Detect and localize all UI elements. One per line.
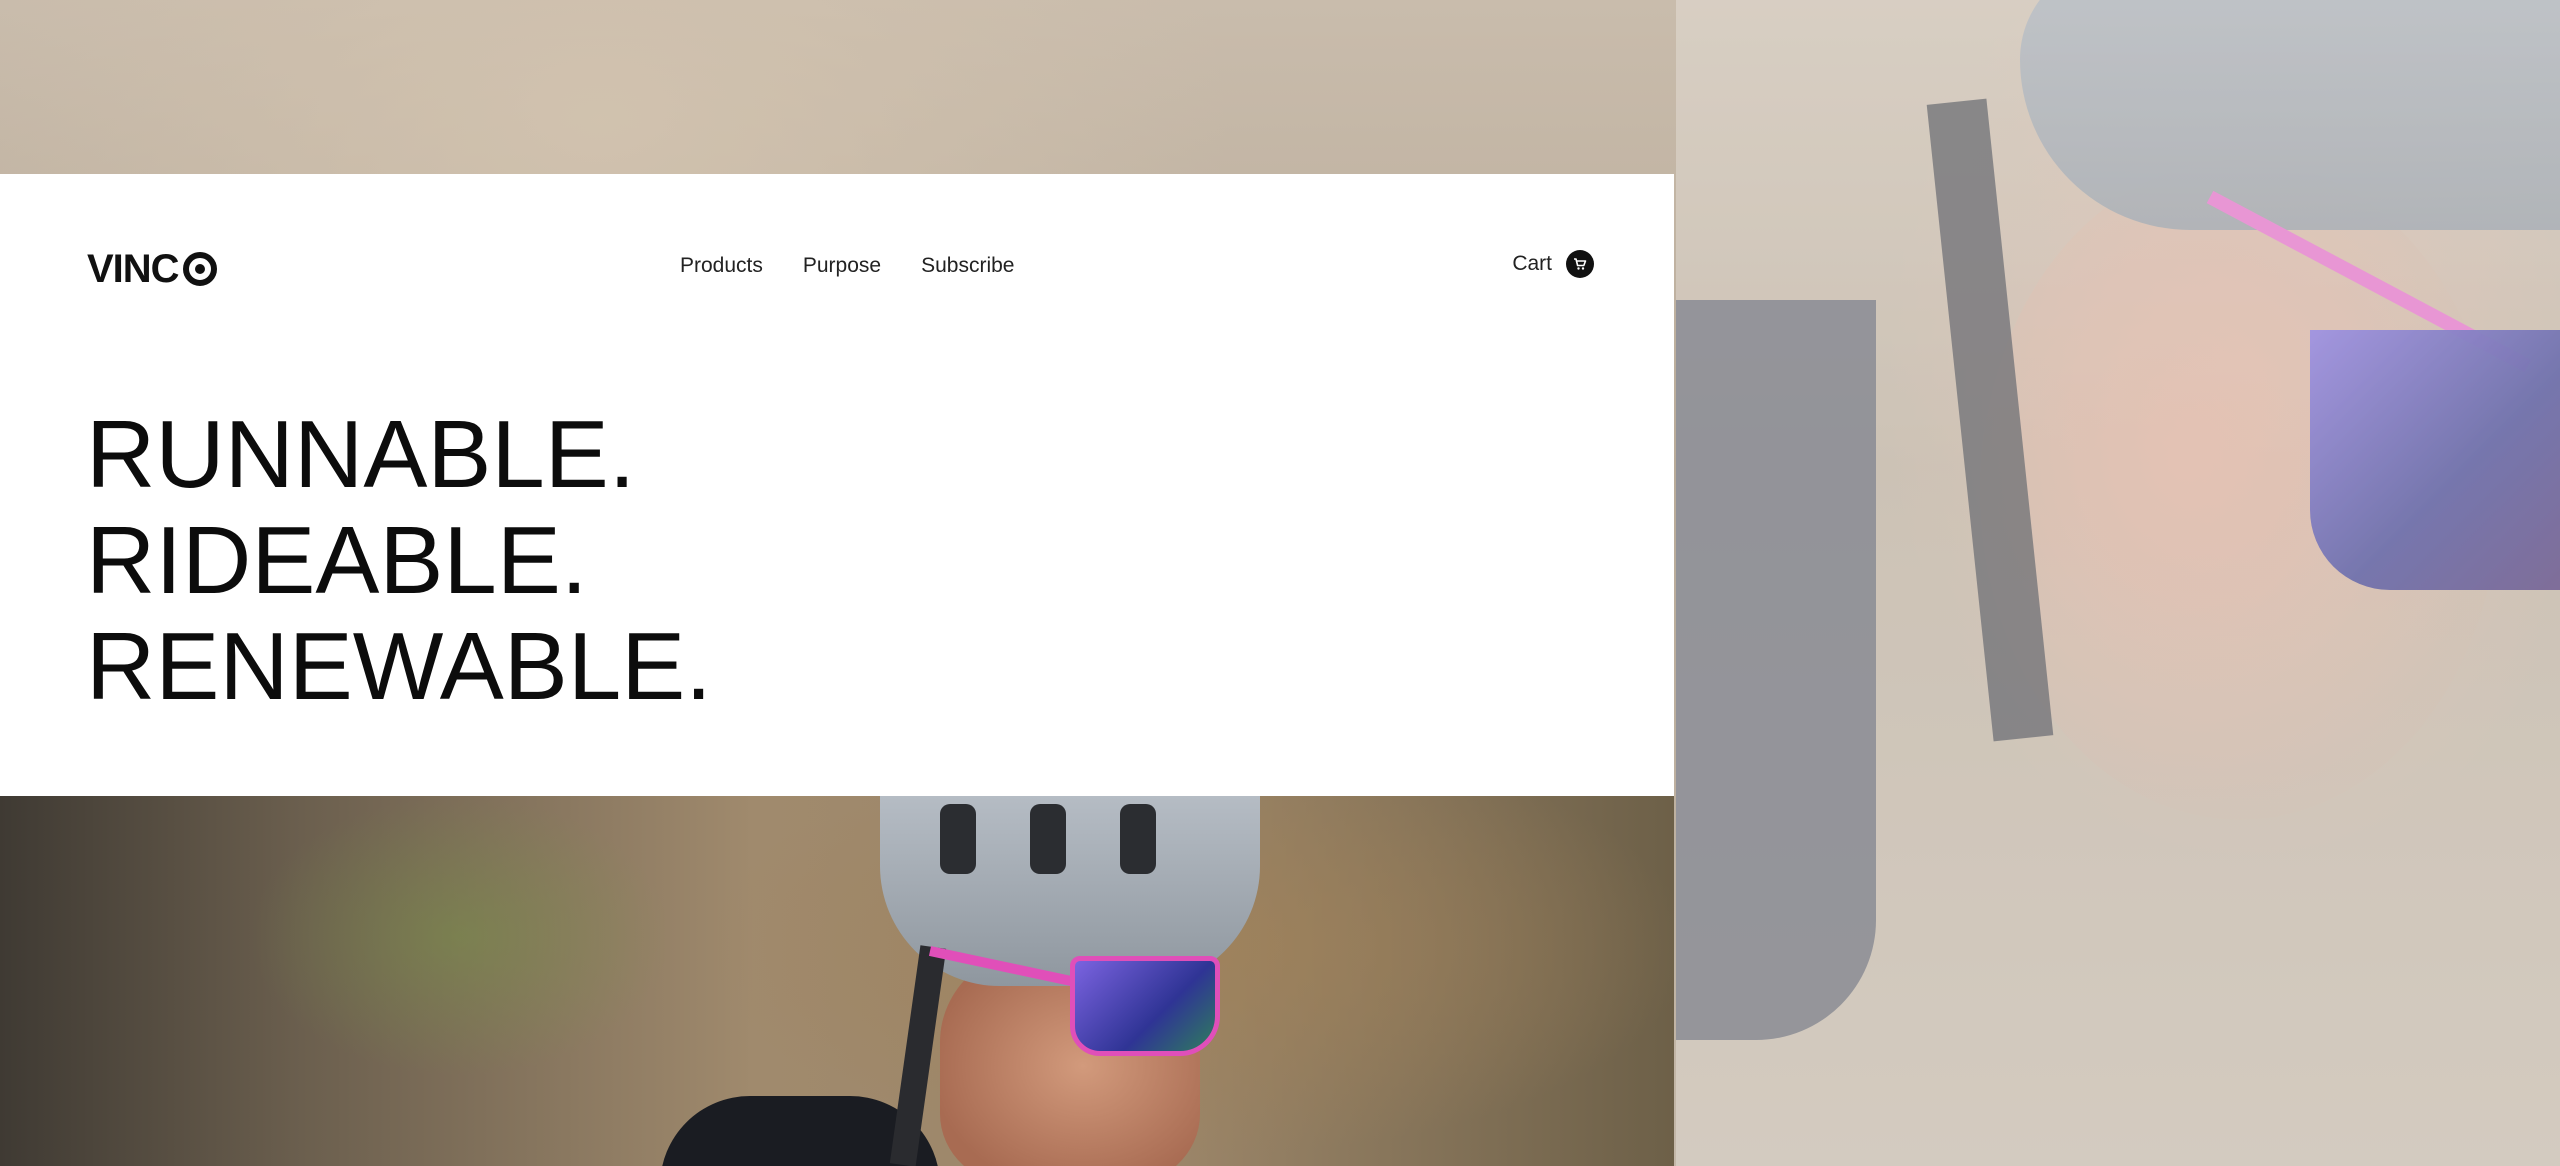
nav-item-purpose[interactable]: Purpose [803, 254, 881, 278]
hero-card: VINC Products Purpose Subscribe Cart RUN… [0, 174, 1674, 796]
cart-icon [1566, 250, 1594, 278]
headline-line-2: RIDEABLE. [86, 507, 588, 614]
hero-photo [0, 796, 1674, 1166]
brand-logo[interactable]: VINC [87, 247, 217, 291]
nav-item-subscribe[interactable]: Subscribe [921, 254, 1014, 278]
background-wash [1676, 0, 2560, 1166]
nav-item-products[interactable]: Products [680, 254, 763, 278]
helmet-vent [1030, 804, 1066, 874]
cart-button[interactable]: Cart [1512, 250, 1594, 278]
photo-helmet-strap [889, 945, 947, 1166]
hero-headline: RUNNABLE. RIDEABLE. RENEWABLE. [86, 402, 712, 720]
cart-glyph [1574, 258, 1587, 270]
headline-line-3: RENEWABLE. [86, 613, 712, 720]
helmet-vent [940, 804, 976, 874]
logo-o-mark [182, 252, 217, 286]
main-nav: Products Purpose Subscribe [680, 254, 1014, 278]
headline-line-1: RUNNABLE. [86, 401, 636, 508]
helmet-vent [1120, 804, 1156, 874]
cart-label: Cart [1512, 252, 1552, 275]
photo-glasses-lens [1070, 956, 1220, 1056]
logo-wordmark: VINC [87, 246, 180, 291]
